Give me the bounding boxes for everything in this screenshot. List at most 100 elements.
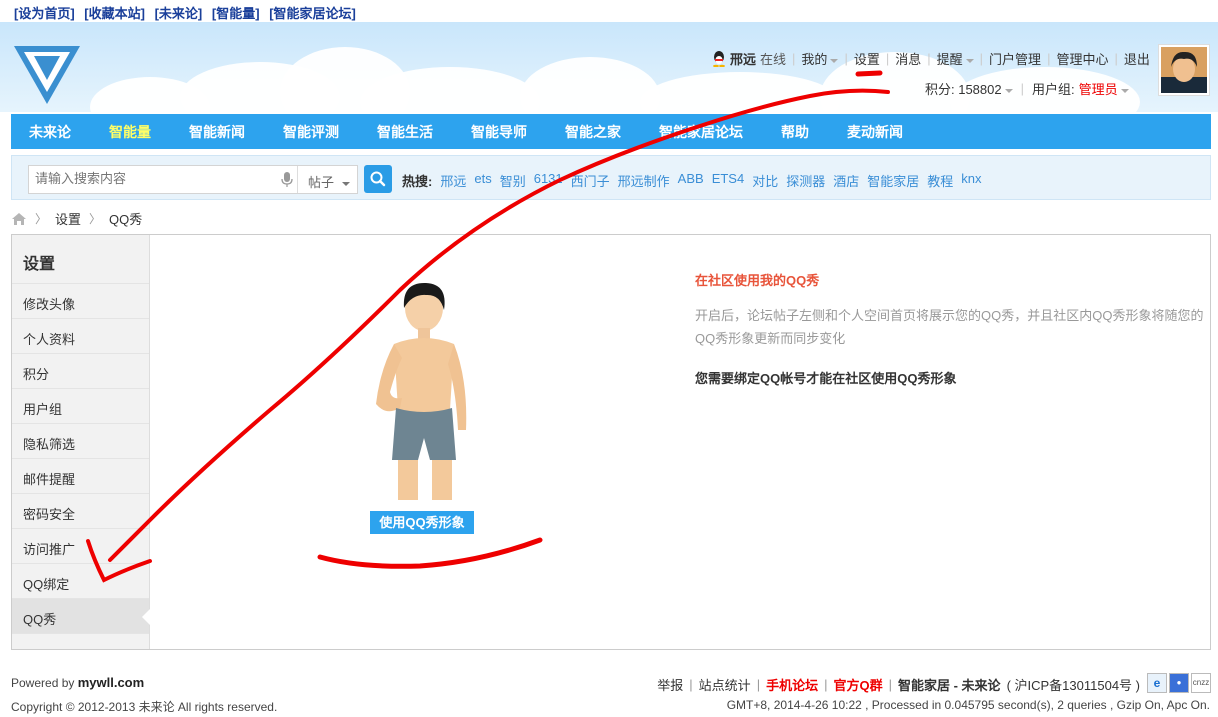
nav-item-forum[interactable]: 智能家居论坛 (659, 122, 743, 142)
search-input[interactable] (35, 171, 275, 186)
site-logo[interactable] (12, 44, 82, 106)
zhinengliang-link[interactable]: [智能量] (212, 6, 260, 21)
cnzz-icon[interactable]: cnzz (1191, 673, 1211, 693)
footer-links: 举报 | 站点统计 | 手机论坛 | 官方Q群 | 智能家居 - 未来论 ( 沪… (657, 675, 1140, 694)
hot-term[interactable]: knx (961, 171, 981, 190)
set-homepage-link[interactable]: [设为首页] (14, 6, 75, 21)
nav-item-help[interactable]: 帮助 (781, 122, 809, 142)
nav-item-life[interactable]: 智能生活 (377, 122, 433, 142)
hot-term[interactable]: ETS4 (712, 171, 745, 190)
sidebar-item-usergroup[interactable]: 用户组 (12, 389, 149, 424)
site-stats-link[interactable]: 站点统计 (699, 675, 751, 694)
hot-term[interactable]: 教程 (927, 171, 953, 190)
admin-center-link[interactable]: 管理中心 (1056, 49, 1108, 68)
logout-link[interactable]: 退出 (1124, 49, 1150, 68)
site-name[interactable]: 智能家居 - 未来论 (898, 675, 1001, 694)
nav-item-weilailun[interactable]: 未来论 (29, 122, 71, 142)
reminders-menu[interactable]: 提醒 (937, 49, 974, 68)
sidebar-item-credits[interactable]: 积分 (12, 354, 149, 389)
chevron-down-icon (1120, 88, 1129, 93)
qq-show-figure (356, 280, 496, 500)
search-icon (370, 171, 386, 187)
home-icon[interactable] (11, 212, 27, 226)
smart-home-forum-link[interactable]: [智能家居论坛] (269, 6, 356, 21)
top-links-bar: [设为首页] [收藏本站] [未来论] [智能量] [智能家居论坛] (0, 0, 1218, 22)
user-stats: 积分: 158802 | 用户组: 管理员 (925, 79, 1129, 98)
portal-admin-link[interactable]: 门户管理 (989, 49, 1041, 68)
settings-sidebar: 设置 修改头像 个人资料 积分 用户组 隐私筛选 邮件提醒 密码安全 访问推广 … (12, 235, 150, 649)
sidebar-title: 设置 (12, 235, 149, 284)
nav-item-zhinengliang[interactable]: 智能量 (109, 122, 151, 142)
hot-term[interactable]: 智别 (500, 171, 526, 190)
hot-term[interactable]: 西门子 (571, 171, 610, 190)
nav-item-maidong[interactable]: 麦动新闻 (847, 122, 903, 142)
baidu-paw-icon[interactable]: ● (1169, 673, 1189, 693)
breadcrumb-current: QQ秀 (109, 212, 143, 227)
ie-icon[interactable]: e (1147, 673, 1167, 693)
hot-term[interactable]: 邢远 (440, 171, 466, 190)
hot-term[interactable]: 6131 (534, 171, 563, 190)
usergroup-menu[interactable]: 管理员 (1079, 79, 1129, 98)
copyright: Copyright © 2012-2013 未来论 All rights res… (11, 700, 278, 714)
username[interactable]: 邢远 (730, 49, 756, 68)
chevron-down-icon (965, 58, 974, 63)
qq-penguin-icon (712, 50, 726, 67)
hot-term[interactable]: ABB (678, 171, 704, 190)
points-menu[interactable]: 积分: 158802 (925, 79, 1013, 98)
breadcrumb: 〉 设置 〉 QQ秀 (11, 209, 142, 228)
sidebar-item-email-alerts[interactable]: 邮件提醒 (12, 459, 149, 494)
settings-panel: 设置 修改头像 个人资料 积分 用户组 隐私筛选 邮件提醒 密码安全 访问推广 … (11, 234, 1211, 650)
info-description: 开启后，论坛帖子左侧和个人空间首页将展示您的QQ秀，并且社区内QQ秀形象将随您的… (695, 308, 1204, 346)
settings-link[interactable]: 设置 (854, 49, 880, 68)
messages-link[interactable]: 消息 (895, 49, 921, 68)
sidebar-item-qq-bind[interactable]: QQ绑定 (12, 564, 149, 599)
official-qq-group-link[interactable]: 官方Q群 (833, 675, 882, 694)
weilailun-link[interactable]: [未来论] (155, 6, 203, 21)
mobile-forum-link[interactable]: 手机论坛 (766, 675, 818, 694)
main-nav: 未来论 智能量 智能新闻 智能评测 智能生活 智能导师 智能之家 智能家居论坛 … (11, 114, 1211, 149)
nav-item-reviews[interactable]: 智能评测 (283, 122, 339, 142)
sidebar-item-profile[interactable]: 个人资料 (12, 319, 149, 354)
hot-term[interactable]: 探测器 (786, 171, 825, 190)
bookmark-link[interactable]: [收藏本站] (84, 6, 145, 21)
user-bar: 邢远 在线 | 我的 | 设置 | 消息 | 提醒 | 门户管理 | 管理中心 … (712, 49, 1150, 68)
hot-term[interactable]: 对比 (752, 171, 778, 190)
info-note: 您需要绑定QQ帐号才能在社区使用QQ秀形象 (695, 371, 957, 386)
footer-badges: e ● cnzz (1147, 673, 1211, 693)
usergroup-label: 用户组: (1032, 82, 1075, 97)
hot-term[interactable]: ets (474, 171, 491, 190)
hot-search-label: 热搜: (402, 174, 433, 189)
sidebar-item-qq-show[interactable]: QQ秀 (12, 599, 150, 634)
hot-term[interactable]: 邢远制作 (618, 171, 670, 190)
nav-item-home[interactable]: 智能之家 (565, 122, 621, 142)
icp-number[interactable]: ( 沪ICP备13011504号 ) (1007, 675, 1140, 694)
powered-by: Powered by mywll.com (11, 675, 145, 690)
search-box: 帖子 (28, 165, 358, 194)
search-button[interactable] (364, 165, 392, 193)
my-menu[interactable]: 我的 (801, 49, 839, 68)
sidebar-item-privacy[interactable]: 隐私筛选 (12, 424, 149, 459)
breadcrumb-settings[interactable]: 设置 (55, 209, 81, 228)
report-link[interactable]: 举报 (657, 675, 683, 694)
processing-stats: GMT+8, 2014-4-26 10:22 , Processed in 0.… (726, 698, 1210, 712)
use-qq-show-button[interactable]: 使用QQ秀形象 (370, 511, 474, 534)
chevron-down-icon (830, 58, 839, 63)
nav-item-news[interactable]: 智能新闻 (189, 122, 245, 142)
online-status: 在线 (760, 52, 787, 67)
microphone-icon[interactable] (281, 172, 293, 188)
chevron-right-icon: 〉 (35, 212, 48, 226)
chevron-down-icon (342, 181, 351, 186)
hot-search: 热搜: 邢远 ets 智别 6131 西门子 邢远制作 ABB ETS4 对比 … (402, 171, 990, 190)
sidebar-item-password[interactable]: 密码安全 (12, 494, 149, 529)
avatar[interactable] (1158, 44, 1210, 96)
nav-item-mentor[interactable]: 智能导师 (471, 122, 527, 142)
search-bar: 帖子 热搜: 邢远 ets 智别 6131 西门子 邢远制作 ABB ETS4 … (11, 155, 1211, 200)
hot-term[interactable]: 智能家居 (867, 171, 919, 190)
sidebar-item-promotion[interactable]: 访问推广 (12, 529, 149, 564)
info-title: 在社区使用我的QQ秀 (695, 273, 820, 288)
hot-term[interactable]: 酒店 (833, 171, 859, 190)
chevron-down-icon (1004, 88, 1013, 93)
sidebar-item-avatar[interactable]: 修改头像 (12, 284, 149, 319)
search-type-select[interactable]: 帖子 (297, 166, 357, 193)
powered-by-site[interactable]: mywll.com (78, 675, 144, 690)
